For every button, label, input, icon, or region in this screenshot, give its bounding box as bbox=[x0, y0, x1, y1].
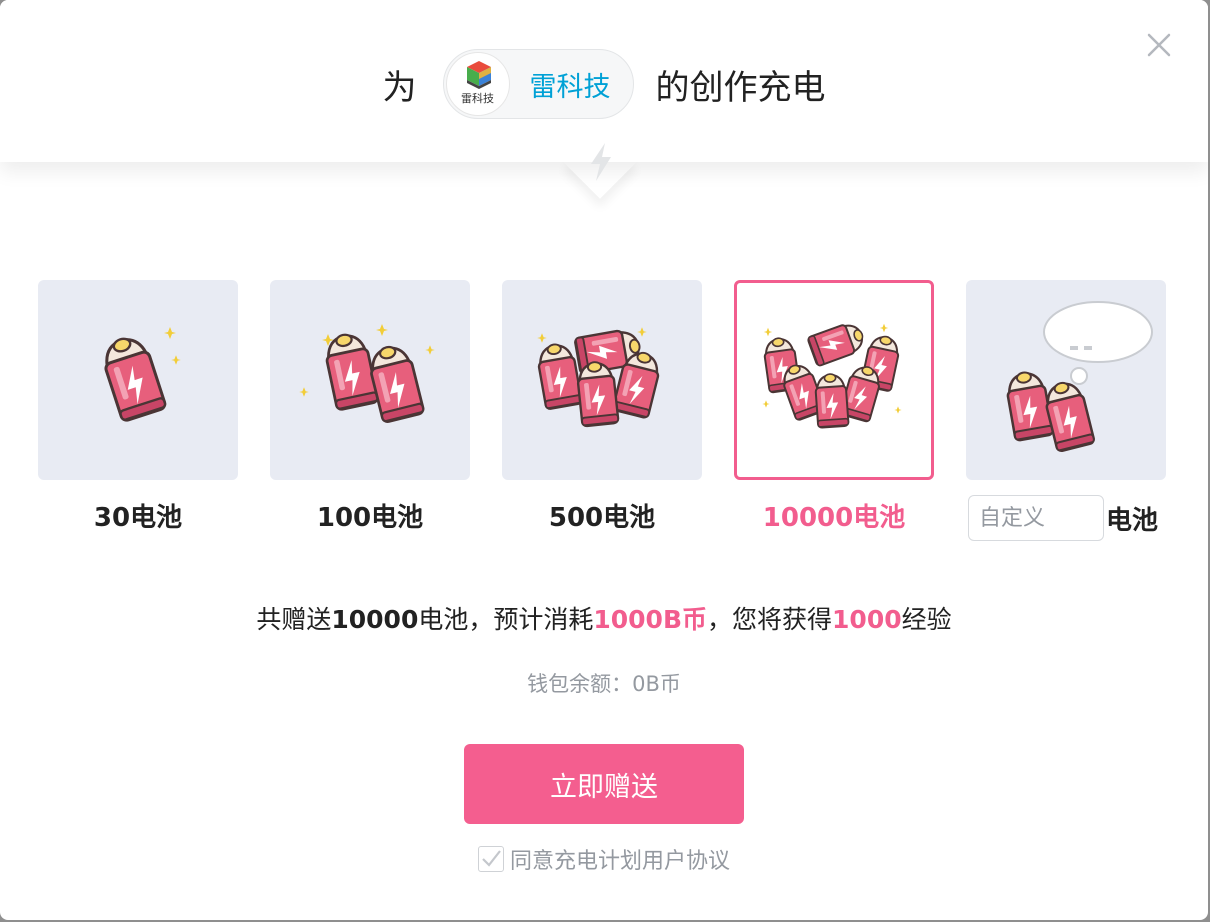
summary-text: ，您将获得 bbox=[707, 605, 833, 634]
single-battery-icon bbox=[96, 327, 181, 424]
battery-heap-icon bbox=[761, 318, 903, 429]
close-icon bbox=[1147, 33, 1171, 57]
battery-options: 30电池 100电池 500电池 10000电池 自定义 电池 bbox=[38, 280, 1168, 550]
summary-text: 经验 bbox=[901, 605, 952, 634]
dialog-header: 为 雷科技 雷科技 的创作充电 bbox=[0, 0, 1208, 162]
dialog-title: 为 雷科技 雷科技 的创作充电 bbox=[0, 48, 1208, 120]
author-name-link[interactable]: 雷科技 bbox=[530, 65, 611, 104]
option-label: 500电池 bbox=[548, 503, 656, 533]
custom-amount-input[interactable] bbox=[968, 495, 1104, 541]
title-prefix: 为 bbox=[382, 67, 417, 108]
charge-dialog: 为 雷科技 雷科技 的创作充电 30电池 100电池 500电池 10000电池… bbox=[0, 0, 1208, 920]
option-100[interactable]: 100电池 bbox=[270, 280, 470, 538]
summary-exp: 1000 bbox=[832, 605, 902, 634]
option-label: 10000电池 bbox=[762, 503, 906, 533]
custom-amount-row: 电池 bbox=[966, 494, 1166, 542]
close-button[interactable] bbox=[1144, 30, 1174, 60]
wallet-balance: 钱包余额：0B币 bbox=[527, 672, 681, 696]
option-label: 100电池 bbox=[316, 503, 424, 533]
option-card[interactable] bbox=[38, 280, 238, 480]
option-card[interactable] bbox=[502, 280, 702, 480]
two-batteries-icon bbox=[299, 324, 435, 425]
agreement-row[interactable]: 同意充电计划用户协议 bbox=[0, 843, 1208, 875]
summary-cost: 1000B币 bbox=[593, 605, 708, 634]
custom-unit-label: 电池 bbox=[1106, 505, 1159, 536]
option-card-selected[interactable] bbox=[734, 280, 934, 480]
summary-battery-count: 10000 bbox=[331, 605, 419, 634]
gift-summary: 共赠送10000电池，预计消耗1000B币，您将获得1000经验 bbox=[0, 600, 1208, 636]
option-500[interactable]: 500电池 bbox=[502, 280, 702, 538]
summary-text: 共赠送 bbox=[256, 605, 332, 634]
option-card[interactable] bbox=[966, 280, 1166, 480]
author-avatar: 雷科技 bbox=[445, 52, 510, 116]
option-30[interactable]: 30电池 bbox=[38, 280, 238, 538]
title-suffix: 的创作充电 bbox=[655, 67, 826, 108]
send-now-button[interactable]: 立即赠送 bbox=[464, 744, 744, 824]
agreement-checkbox[interactable] bbox=[477, 846, 504, 872]
author-chip[interactable]: 雷科技 雷科技 bbox=[442, 49, 634, 119]
battery-pile-icon bbox=[534, 326, 664, 428]
agreement-label[interactable]: 同意充电计划用户协议 bbox=[510, 843, 730, 875]
option-custom[interactable]: 电池 bbox=[966, 280, 1166, 542]
option-label: 30电池 bbox=[93, 503, 183, 533]
author-logo-icon bbox=[466, 61, 491, 89]
speech-bubble-batteries-icon bbox=[1003, 301, 1153, 454]
option-card[interactable] bbox=[270, 280, 470, 480]
summary-text: 电池，预计消耗 bbox=[418, 605, 594, 634]
checkmark-icon bbox=[482, 850, 501, 867]
option-10000[interactable]: 10000电池 bbox=[734, 280, 934, 538]
avatar-caption: 雷科技 bbox=[461, 92, 494, 105]
lightning-icon bbox=[591, 143, 611, 181]
